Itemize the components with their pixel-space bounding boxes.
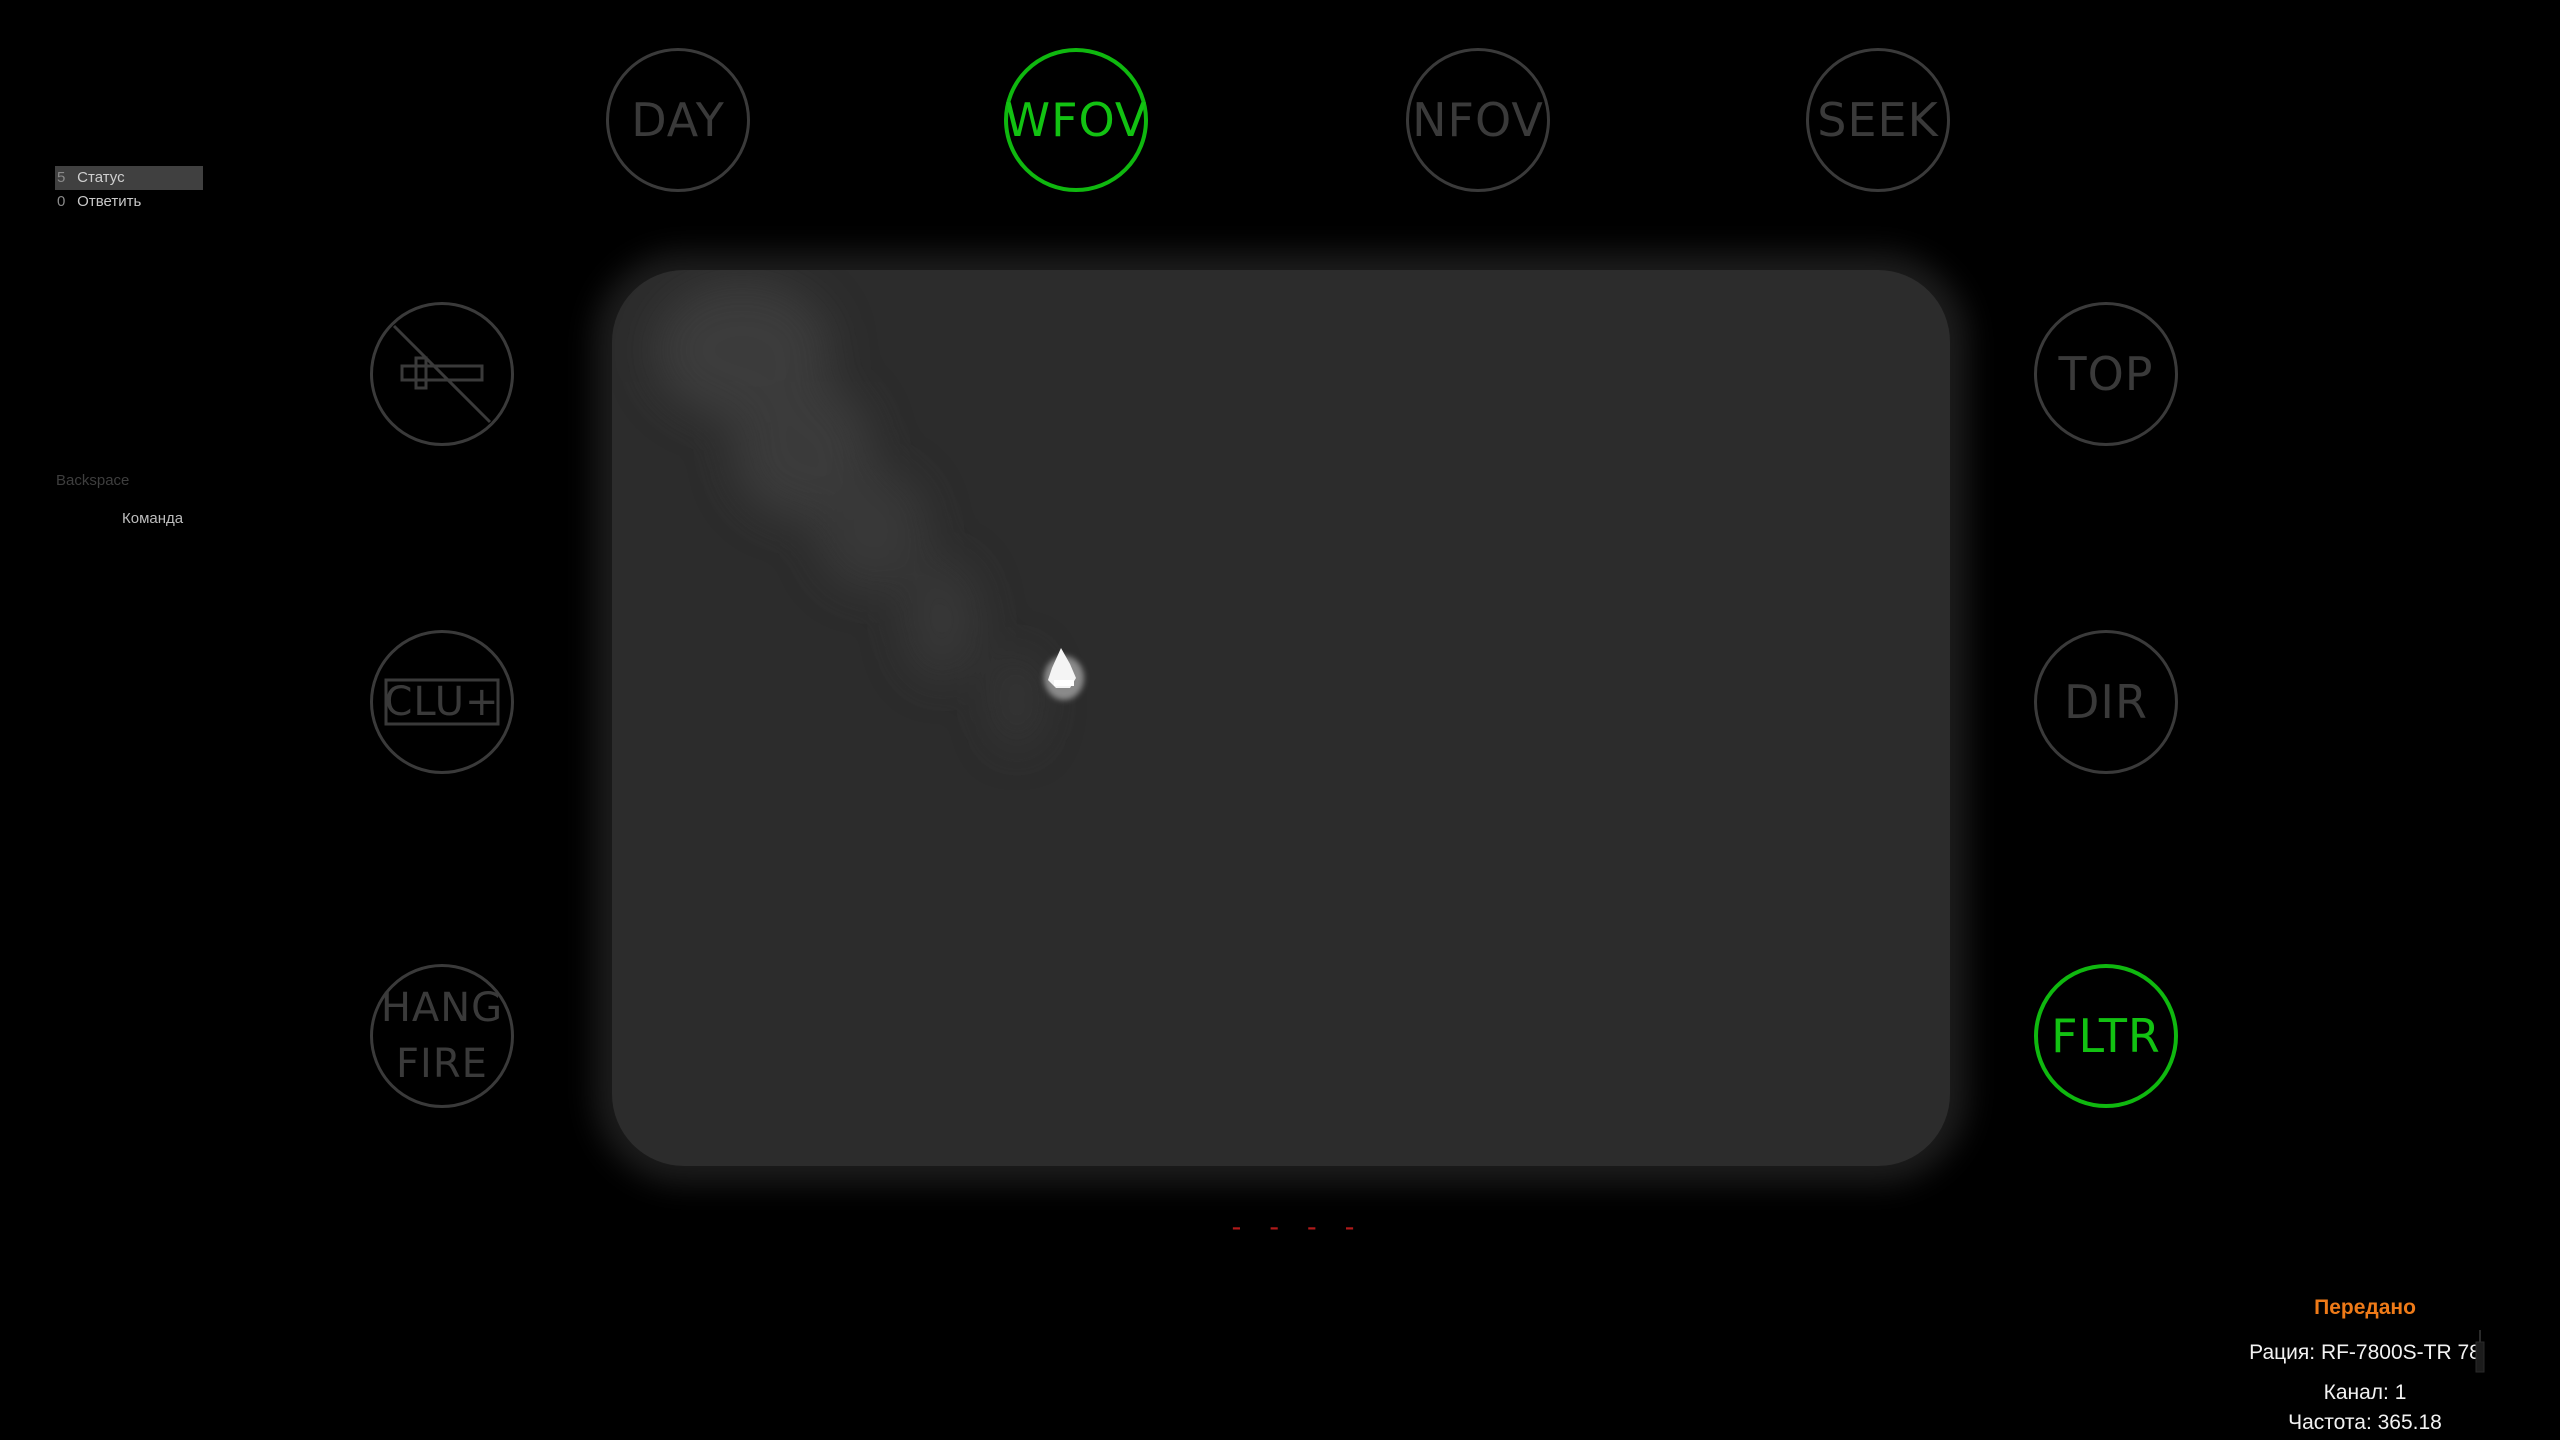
transmit-status: Передано — [2314, 1296, 2416, 1319]
backspace-hint: Backspace — [56, 472, 130, 489]
no-missile-icon — [392, 324, 492, 424]
radio-channel: Канал: 1 — [2323, 1381, 2407, 1404]
direct-attack-button[interactable]: DIR — [2034, 630, 2178, 774]
wfov-label: WFOV — [1004, 93, 1148, 147]
top-label: TOP — [2058, 347, 2154, 401]
radio-handset-icon — [2475, 1330, 2485, 1373]
clu-label: CLU+ — [384, 679, 500, 725]
clu-battery-button[interactable]: CLU+ — [370, 630, 514, 774]
top-attack-button[interactable]: TOP — [2034, 302, 2178, 446]
filter-button[interactable]: FLTR — [2034, 964, 2178, 1108]
menu-item-key: 5 — [57, 169, 66, 186]
command-hint-label: Команда — [122, 510, 184, 527]
missile-unavailable-button[interactable] — [370, 302, 514, 446]
menu-item-reply[interactable]: 0 Ответить — [55, 190, 203, 214]
nfov-label: NFOV — [1412, 93, 1544, 147]
hang-fire-line1: HANG — [380, 985, 504, 1031]
seek-label: SEEK — [1817, 93, 1939, 147]
missile-hotspot — [1044, 648, 1084, 700]
hang-fire-line2: FIRE — [396, 1041, 488, 1087]
range-readout: - - - - — [1228, 1210, 1361, 1243]
command-menu: 5 Статус 0 Ответить — [55, 166, 203, 214]
fltr-label: FLTR — [2051, 1009, 2161, 1063]
thermal-scene — [652, 280, 1084, 748]
menu-item-label: Статус — [77, 169, 125, 186]
seek-button[interactable]: SEEK — [1806, 48, 1950, 192]
day-mode-label: DAY — [631, 93, 725, 147]
menu-item-status[interactable]: 5 Статус — [55, 166, 203, 190]
sight-viewport — [612, 270, 1950, 1166]
wfov-button[interactable]: WFOV — [1004, 48, 1148, 192]
menu-item-label: Ответить — [77, 193, 142, 210]
hang-fire-button[interactable]: HANG FIRE — [370, 964, 514, 1108]
hang-fire-label: HANG FIRE — [381, 980, 503, 1092]
day-mode-button[interactable]: DAY — [606, 48, 750, 192]
smoke-trail — [652, 280, 1041, 748]
radio-frequency: Частота: 365.18 — [2288, 1411, 2442, 1434]
menu-item-key: 0 — [57, 193, 66, 210]
dir-label: DIR — [2064, 675, 2148, 729]
nfov-button[interactable]: NFOV — [1406, 48, 1550, 192]
